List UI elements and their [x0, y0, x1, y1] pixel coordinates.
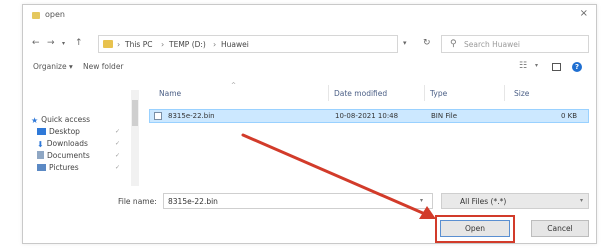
recent-dropdown-icon[interactable]: ▾ [62, 40, 65, 47]
nav-item-desktop[interactable]: Desktop [37, 127, 80, 136]
filter-dropdown-icon: ▾ [579, 197, 583, 204]
star-icon: ★ [31, 116, 39, 125]
command-bar: Organize ▾ New folder ☷ ▾ ? [23, 57, 596, 77]
file-row-selected[interactable]: 8315e-22.bin 10-08-2021 10:48 BIN File 0… [149, 109, 589, 123]
nav-item-pictures[interactable]: Pictures [37, 163, 79, 172]
refresh-icon[interactable]: ↻ [423, 38, 431, 48]
nav-item-quick-access[interactable]: ★ Quick access [31, 115, 91, 125]
close-icon[interactable]: × [580, 8, 588, 19]
column-header-name[interactable]: Name [159, 89, 181, 98]
address-dropdown-icon[interactable]: ▾ [403, 39, 407, 47]
forward-arrow-icon[interactable]: → [47, 38, 55, 48]
preview-pane-icon[interactable] [552, 63, 561, 71]
nav-item-label: Desktop [49, 127, 80, 136]
file-name-dropdown-icon[interactable]: ▾ [420, 197, 423, 204]
file-name-cell: 8315e-22.bin [168, 112, 215, 120]
address-bar[interactable]: › This PC › TEMP (D:) › Huawei [98, 35, 398, 53]
up-arrow-icon[interactable]: ↑ [75, 38, 83, 48]
nav-item-downloads[interactable]: ⬇ Downloads [37, 139, 88, 149]
file-name-label: File name: [118, 197, 157, 206]
nav-item-label: Downloads [46, 139, 88, 148]
open-button[interactable]: Open [440, 220, 510, 237]
file-type-filter-value: All Files (*.*) [460, 197, 507, 206]
column-header-size[interactable]: Size [514, 89, 529, 98]
column-divider[interactable] [504, 85, 505, 101]
organize-menu[interactable]: Organize ▾ [33, 62, 73, 71]
help-icon[interactable]: ? [572, 62, 582, 72]
desktop-icon [37, 128, 46, 135]
column-header-type[interactable]: Type [430, 89, 447, 98]
screenshot-page: open × ← → ▾ ↑ › This PC › TEMP (D:) › H… [0, 0, 616, 250]
navigation-pane: ★ Quick access Desktop ✓ ⬇ Downloads ✓ Doc… [23, 85, 138, 185]
nav-item-label: Pictures [49, 163, 79, 172]
pin-icon: ✓ [115, 164, 121, 171]
file-date-cell: 10-08-2021 10:48 [335, 112, 399, 120]
breadcrumb-this-pc[interactable]: This PC [125, 40, 152, 49]
pictures-icon [37, 164, 46, 171]
search-placeholder: Search Huawei [464, 40, 520, 49]
file-size-cell: 0 KB [561, 112, 578, 120]
cancel-button[interactable]: Cancel [531, 220, 589, 237]
column-header-date[interactable]: Date modified [334, 89, 387, 98]
address-row: ← → ▾ ↑ › This PC › TEMP (D:) › Huawei ▾… [23, 34, 596, 54]
app-icon [32, 12, 40, 19]
search-input[interactable]: ⚲ Search Huawei [441, 35, 589, 53]
nav-scrollbar[interactable] [131, 90, 139, 186]
open-file-dialog: open × ← → ▾ ↑ › This PC › TEMP (D:) › H… [22, 4, 597, 244]
file-type-cell: BIN File [431, 112, 458, 120]
back-arrow-icon[interactable]: ← [32, 38, 40, 48]
breadcrumb-separator: › [213, 40, 217, 49]
window-title: open [45, 10, 65, 19]
search-icon: ⚲ [450, 39, 457, 49]
sort-caret-icon: ^ [231, 82, 237, 89]
column-divider[interactable] [424, 85, 425, 101]
documents-icon [37, 151, 44, 159]
column-divider[interactable] [328, 85, 329, 101]
download-icon: ⬇ [37, 140, 44, 149]
breadcrumb-huawei[interactable]: Huawei [221, 40, 249, 49]
nav-item-documents[interactable]: Documents [37, 151, 90, 160]
folder-icon [103, 40, 113, 48]
breadcrumb-temp-drive[interactable]: TEMP (D:) [169, 40, 206, 49]
scrollbar-thumb[interactable] [132, 100, 138, 126]
nav-item-label: Documents [47, 151, 90, 160]
view-dropdown-icon[interactable]: ▾ [535, 62, 538, 69]
breadcrumb-separator: › [117, 40, 121, 49]
file-type-filter[interactable]: All Files (*.*) ▾ [441, 193, 589, 209]
pin-icon: ✓ [115, 152, 121, 159]
view-options-icon[interactable]: ☷ [519, 61, 527, 71]
file-name-field[interactable]: 8315e-22.bin ▾ [163, 193, 433, 209]
file-list: Name ^ Date modified Type Size 8315e-22.… [140, 82, 590, 185]
breadcrumb-separator: › [161, 40, 165, 49]
file-name-value: 8315e-22.bin [168, 197, 218, 206]
pin-icon: ✓ [115, 140, 121, 147]
nav-item-label: Quick access [41, 115, 91, 124]
file-checkbox[interactable] [154, 112, 162, 120]
new-folder-button[interactable]: New folder [83, 62, 124, 71]
title-bar: open × [23, 5, 596, 27]
pin-icon: ✓ [115, 128, 121, 135]
